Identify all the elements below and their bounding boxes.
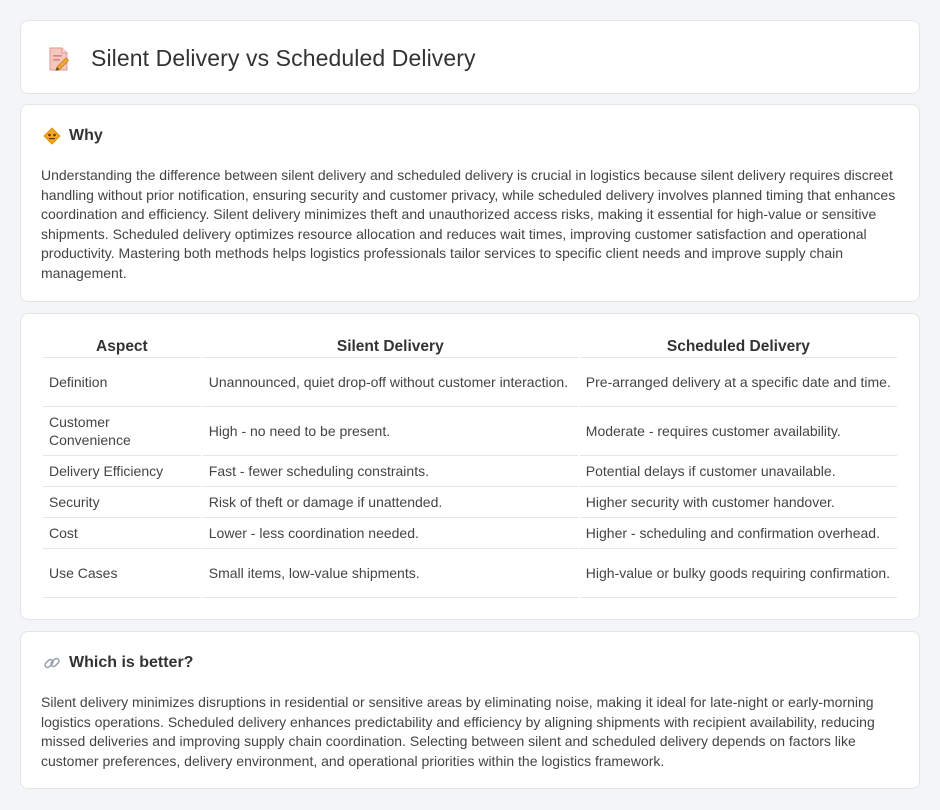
page-title: Silent Delivery vs Scheduled Delivery bbox=[91, 45, 476, 71]
aspect-cell: Delivery Efficiency bbox=[43, 456, 201, 487]
column-header-aspect: Aspect bbox=[43, 336, 201, 358]
scheduled-cell: Higher - scheduling and confirmation ove… bbox=[579, 518, 897, 549]
header-card: Silent Delivery vs Scheduled Delivery bbox=[20, 20, 920, 94]
better-title: Which is better? bbox=[69, 654, 194, 671]
table-row: Use Cases Small items, low-value shipmen… bbox=[43, 549, 897, 598]
silent-cell: Risk of theft or damage if unattended. bbox=[202, 487, 578, 518]
better-heading: Which is better? bbox=[43, 654, 193, 672]
column-header-silent: Silent Delivery bbox=[202, 336, 578, 358]
aspect-cell: Cost bbox=[43, 518, 201, 549]
warning-sign-icon bbox=[43, 127, 61, 145]
aspect-cell: Customer Convenience bbox=[43, 407, 201, 456]
table-row: Definition Unannounced, quiet drop-off w… bbox=[43, 358, 897, 407]
silent-cell: Unannounced, quiet drop-off without cust… bbox=[202, 358, 578, 407]
silent-cell: Lower - less coordination needed. bbox=[202, 518, 578, 549]
scheduled-cell: Pre-arranged delivery at a specific date… bbox=[579, 358, 897, 407]
table-row: Customer Convenience High - no need to b… bbox=[43, 407, 897, 456]
silent-cell: Small items, low-value shipments. bbox=[202, 549, 578, 598]
document-pencil-icon bbox=[49, 47, 70, 71]
scheduled-cell: High-value or bulky goods requiring conf… bbox=[579, 549, 897, 598]
aspect-cell: Security bbox=[43, 487, 201, 518]
why-paragraph: Understanding the difference between sil… bbox=[41, 167, 896, 281]
title-row: Silent Delivery vs Scheduled Delivery bbox=[47, 45, 476, 72]
comparison-table: Aspect Silent Delivery Scheduled Deliver… bbox=[41, 336, 899, 598]
link-icon bbox=[44, 657, 60, 669]
which-is-better-section: Which is better? Silent delivery minimiz… bbox=[20, 631, 920, 789]
why-section: Why Understanding the difference between… bbox=[20, 104, 920, 302]
column-header-scheduled: Scheduled Delivery bbox=[579, 336, 897, 358]
scheduled-cell: Potential delays if customer unavailable… bbox=[579, 456, 897, 487]
scheduled-cell: Higher security with customer handover. bbox=[579, 487, 897, 518]
table-row: Delivery Efficiency Fast - fewer schedul… bbox=[43, 456, 897, 487]
aspect-cell: Definition bbox=[43, 358, 201, 407]
table-header-row: Aspect Silent Delivery Scheduled Deliver… bbox=[43, 336, 897, 358]
why-heading: Why bbox=[43, 127, 103, 145]
better-paragraph: Silent delivery minimizes disruptions in… bbox=[41, 694, 875, 769]
table-row: Security Risk of theft or damage if unat… bbox=[43, 487, 897, 518]
aspect-cell: Use Cases bbox=[43, 549, 201, 598]
silent-cell: Fast - fewer scheduling constraints. bbox=[202, 456, 578, 487]
scheduled-cell: Moderate - requires customer availabilit… bbox=[579, 407, 897, 456]
table-row: Cost Lower - less coordination needed. H… bbox=[43, 518, 897, 549]
comparison-section: Aspect Silent Delivery Scheduled Deliver… bbox=[20, 313, 920, 620]
silent-cell: High - no need to be present. bbox=[202, 407, 578, 456]
why-title: Why bbox=[69, 127, 103, 144]
